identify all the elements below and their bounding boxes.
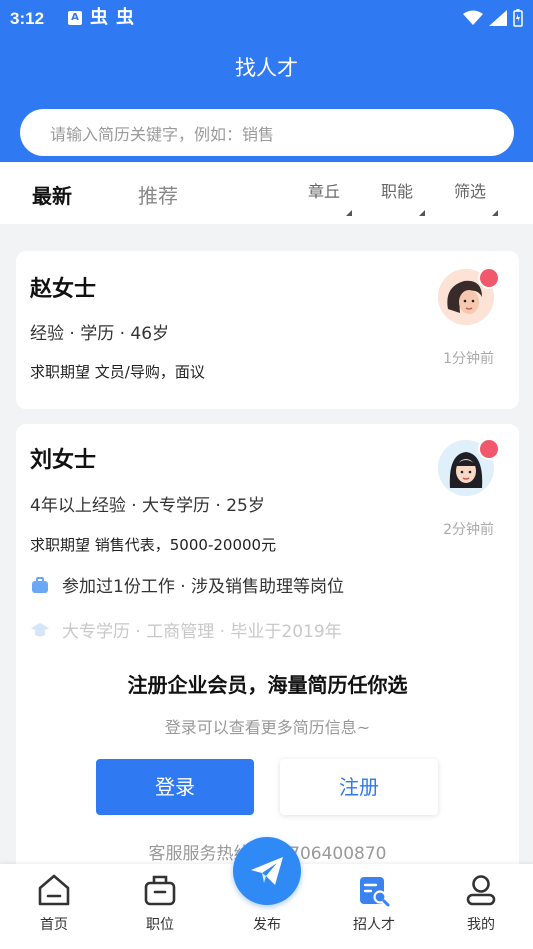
candidate-intent: 求职期望 销售代表，5000-20000元 — [30, 536, 277, 554]
nav-home-label: 首页 — [40, 917, 68, 933]
tab-latest[interactable]: 最新 — [32, 180, 72, 209]
home-icon — [38, 874, 70, 906]
bug-icon: 虫 — [116, 7, 134, 28]
nav-jobs[interactable]: 职位 — [120, 864, 200, 949]
nav-talent[interactable]: 招人才 — [334, 864, 414, 949]
status-notification-icons: A 虫 虫 — [68, 8, 134, 28]
briefcase-icon — [32, 576, 48, 593]
nav-mine[interactable]: 我的 — [441, 864, 521, 949]
update-time: 2分钟前 — [443, 522, 494, 538]
page-title: 找人才 — [235, 56, 298, 80]
chat-badge-icon — [478, 438, 500, 460]
candidate-info: 经验 · 学历 · 46岁 — [30, 324, 170, 344]
login-button[interactable]: 登录 — [96, 759, 254, 815]
nav-talent-label: 招人才 — [353, 917, 395, 933]
dropdown-triangle-icon — [419, 210, 426, 216]
paper-plane-icon — [251, 857, 283, 885]
search-placeholder: 请输入简历关键字，例如：销售 — [50, 125, 275, 144]
education-text: 大专学历 · 工商管理 · 毕业于2019年 — [62, 622, 342, 642]
sort-filter-bar: 最新 推荐 章丘 职能 筛选 — [0, 162, 533, 224]
signal-icon — [489, 10, 507, 26]
nav-home[interactable]: 首页 — [14, 864, 94, 949]
user-icon — [466, 875, 496, 906]
app-notification-icon: A — [68, 11, 82, 25]
avatar — [438, 438, 500, 496]
candidate-name: 赵女士 — [30, 277, 97, 302]
candidate-card[interactable]: 刘女士 4年以上经验 · 大专学历 · 25岁 求职期望 销售代表，5000-2… — [16, 424, 519, 884]
header: 3:12 A 虫 虫 找人才 请输入简历关键字，例如：销售 — [0, 0, 533, 162]
candidate-intent: 求职期望 文员/导购，面议 — [30, 363, 205, 381]
update-time: 1分钟前 — [443, 351, 494, 367]
register-promo-subtitle: 登录可以查看更多简历信息~ — [164, 718, 371, 737]
dropdown-triangle-icon — [492, 210, 499, 216]
battery-icon — [513, 9, 523, 27]
search-input[interactable]: 请输入简历关键字，例如：销售 — [20, 109, 514, 156]
status-time: 3:12 — [10, 9, 45, 28]
graduation-cap-icon — [31, 622, 49, 636]
register-button[interactable]: 注册 — [280, 759, 438, 815]
filter-region-label: 章丘 — [308, 182, 341, 201]
bug-icon: 虫 — [90, 7, 108, 28]
dropdown-triangle-icon — [346, 210, 353, 216]
candidate-name: 刘女士 — [30, 448, 97, 473]
filter-screen-label: 筛选 — [454, 182, 487, 201]
nav-mine-label: 我的 — [467, 917, 495, 933]
work-experience-row: 参加过1份工作 · 涉及销售助理等岗位 — [30, 572, 344, 597]
status-system-icons — [463, 9, 523, 27]
candidate-info: 4年以上经验 · 大专学历 · 25岁 — [30, 496, 265, 516]
filter-job-label: 职能 — [381, 182, 414, 201]
talent-search-icon — [360, 877, 390, 907]
nav-publish-label: 发布 — [253, 917, 281, 933]
nav-jobs-label: 职位 — [146, 917, 174, 933]
register-promo-title: 注册企业会员，海量简历任你选 — [127, 673, 408, 697]
briefcase-icon — [144, 875, 176, 906]
filter-job[interactable]: 职能 — [381, 178, 426, 216]
wifi-icon — [463, 10, 483, 25]
status-bar: 3:12 A 虫 虫 — [0, 0, 533, 40]
filter-region[interactable]: 章丘 — [308, 178, 353, 216]
avatar — [438, 267, 500, 325]
education-row: 大专学历 · 工商管理 · 毕业于2019年 — [30, 617, 342, 642]
chat-badge-icon — [478, 267, 500, 289]
filter-screen[interactable]: 筛选 — [454, 178, 499, 216]
candidate-card[interactable]: 赵女士 经验 · 学历 · 46岁 求职期望 文员/导购，面议 1分钟前 — [16, 251, 519, 409]
work-experience-text: 参加过1份工作 · 涉及销售助理等岗位 — [62, 577, 345, 597]
publish-button[interactable] — [233, 837, 301, 905]
tab-recommended[interactable]: 推荐 — [138, 180, 178, 209]
